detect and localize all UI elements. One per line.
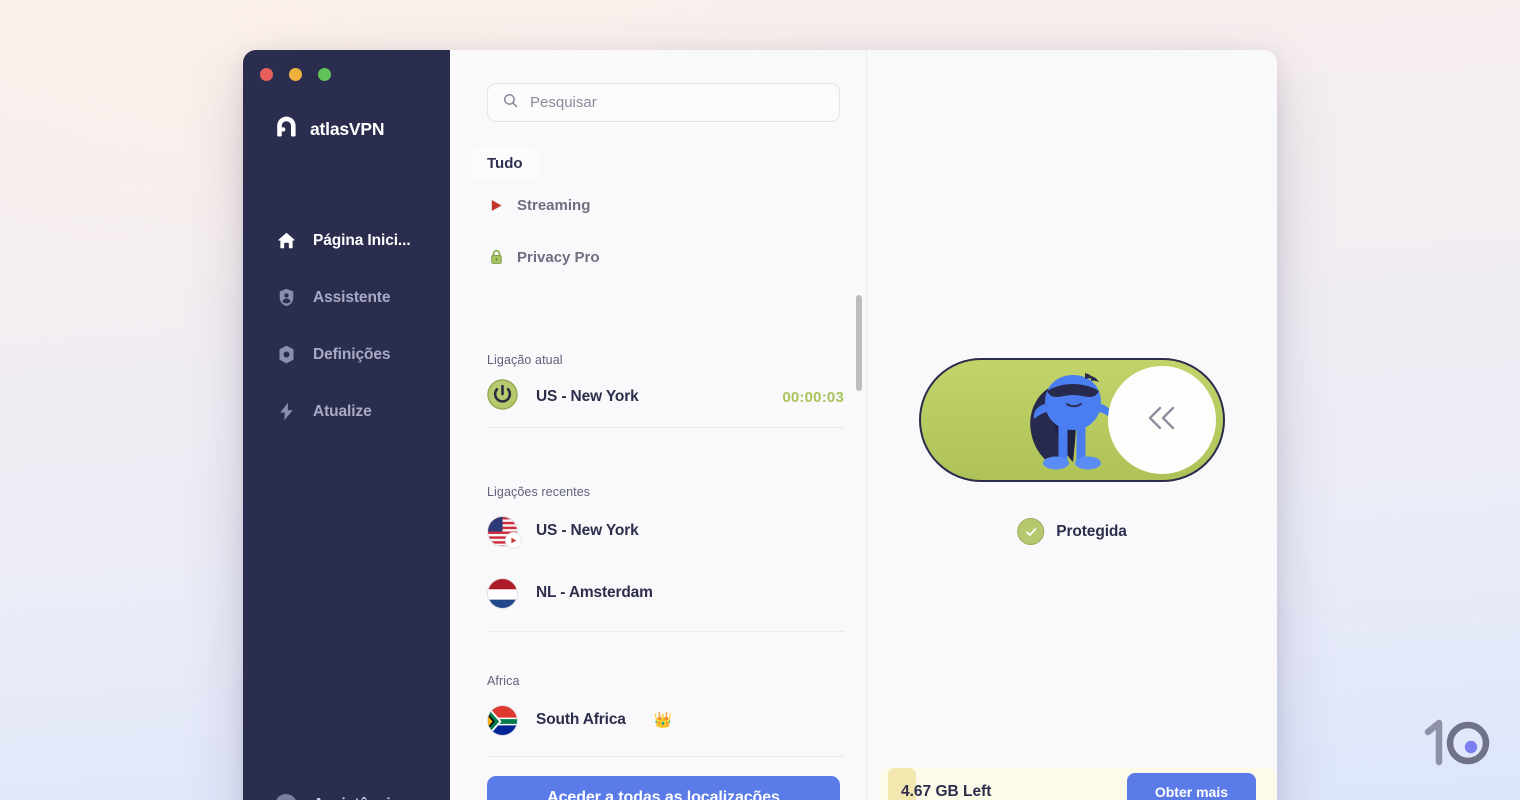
- divider: [487, 427, 844, 428]
- quota-text: 4.67 GB Left: [901, 783, 992, 800]
- zoom-traffic-light[interactable]: [318, 68, 331, 81]
- gear-icon: [275, 344, 297, 366]
- close-traffic-light[interactable]: [260, 68, 273, 81]
- lightning-bolt-icon: [275, 401, 297, 423]
- connection-timer: 00:00:03: [782, 388, 844, 406]
- play-icon: [487, 196, 505, 214]
- brand: atlasVPN: [274, 114, 384, 144]
- us-flag-icon: [487, 515, 522, 549]
- search-input[interactable]: [530, 94, 825, 111]
- sidebar-item-assistente[interactable]: Assistente: [243, 269, 450, 326]
- sidebar-item-label: Assistente: [313, 288, 391, 306]
- divider: [487, 756, 844, 757]
- all-locations-button[interactable]: Aceder a todas as localizações: [487, 776, 840, 800]
- sidebar-item-label: Página Inici...: [313, 231, 411, 249]
- locations-panel: Tudo Streaming Privacy Pro: [450, 50, 867, 800]
- search-box[interactable]: [487, 83, 840, 122]
- get-more-button[interactable]: Obter mais: [1126, 773, 1256, 800]
- atlas-arch-logo-icon: [274, 114, 299, 144]
- status-panel: Protegida 4.67 GB Left Obter mais: [867, 50, 1277, 800]
- divider: [487, 631, 844, 632]
- tab-tudo[interactable]: Tudo: [471, 148, 539, 179]
- filter-label: Privacy Pro: [517, 248, 600, 266]
- list-item[interactable]: South Africa 👑: [450, 692, 866, 748]
- watermark-logo: [1418, 714, 1492, 770]
- filters: Tudo Streaming Privacy Pro: [450, 148, 866, 283]
- streaming-badge-icon: [505, 531, 522, 549]
- brand-name: atlasVPN: [310, 118, 385, 139]
- za-flag-icon: [487, 704, 518, 736]
- region-africa: Africa South Africa 👑: [450, 674, 866, 757]
- home-icon: [275, 230, 297, 252]
- filter-label: Streaming: [517, 196, 591, 214]
- sidebar-support-label: Assistência: [313, 796, 399, 800]
- status-badge: Protegida: [1056, 522, 1127, 540]
- current-connection-label: Ligação atual: [487, 353, 563, 367]
- sidebar-item-atualize[interactable]: Atualize: [243, 383, 450, 440]
- app-window: atlasVPN Página Inici... Assistente Defi…: [243, 50, 1277, 800]
- protection-status: Protegida: [1017, 518, 1127, 545]
- vpn-connection-toggle[interactable]: [919, 358, 1225, 482]
- locations-scrollbar[interactable]: [856, 295, 862, 745]
- premium-crown-icon: 👑: [653, 711, 673, 729]
- window-traffic-lights: [260, 68, 331, 81]
- search-icon: [502, 92, 519, 114]
- lock-icon: [487, 248, 505, 266]
- recent-connections-section: Ligações recentes US - New York NL - Ams…: [450, 485, 866, 632]
- current-connection-row[interactable]: US - New York 00:00:03: [450, 367, 866, 427]
- sidebar-item-label: Definições: [313, 345, 391, 363]
- sidebar-item-label: Atualize: [313, 402, 372, 420]
- current-connection-name: US - New York: [536, 388, 639, 405]
- sidebar-item-definicoes[interactable]: Definições: [243, 326, 450, 383]
- current-connection-section: Ligação atual US - New York 00:00:03: [450, 353, 866, 428]
- quota-banner: 4.67 GB Left Obter mais: [880, 768, 1277, 800]
- double-chevron-left-icon: [1143, 403, 1181, 438]
- list-item-label: US - New York: [536, 522, 639, 539]
- check-circle-icon: [1017, 518, 1045, 545]
- list-item[interactable]: US - New York: [450, 503, 866, 559]
- nl-flag-icon: [487, 577, 518, 609]
- scrollbar-thumb[interactable]: [856, 295, 862, 391]
- list-item-label: South Africa: [536, 711, 626, 728]
- list-item[interactable]: NL - Amsterdam: [450, 565, 866, 621]
- toggle-knob[interactable]: [1108, 366, 1216, 474]
- filter-privacy-pro[interactable]: Privacy Pro: [450, 231, 866, 283]
- shield-person-icon: [275, 287, 297, 309]
- minimize-traffic-light[interactable]: [289, 68, 302, 81]
- recent-connections-label: Ligações recentes: [487, 485, 591, 499]
- sidebar-item-assistencia[interactable]: Assistência: [275, 794, 399, 800]
- avatar-icon: [275, 794, 297, 800]
- filter-streaming[interactable]: Streaming: [450, 179, 866, 231]
- sidebar: atlasVPN Página Inici... Assistente Defi…: [243, 50, 450, 800]
- region-label: Africa: [487, 674, 520, 688]
- search-container: [487, 83, 840, 122]
- sidebar-item-home[interactable]: Página Inici...: [243, 212, 450, 269]
- list-item-label: NL - Amsterdam: [536, 584, 653, 601]
- sidebar-nav: Página Inici... Assistente Definições At…: [243, 212, 450, 440]
- power-icon[interactable]: [487, 379, 518, 415]
